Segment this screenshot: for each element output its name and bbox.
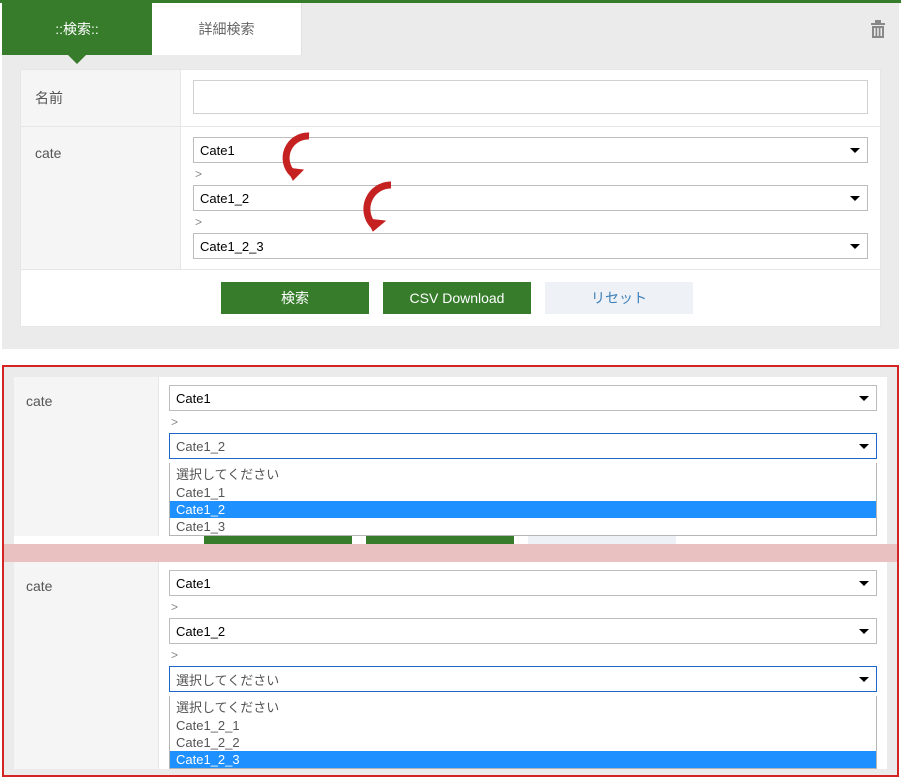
- name-input[interactable]: [193, 80, 868, 114]
- p3-cate-select-3[interactable]: 選択してください: [169, 666, 877, 692]
- label-cate-p2: cate: [14, 377, 159, 536]
- example-panels: cate Cate1 > Cate1_2 選択してください Cate1_1 Ca…: [2, 365, 899, 777]
- label-cate: cate: [21, 127, 181, 269]
- p2-opt-cate1-2[interactable]: Cate1_2: [170, 501, 876, 518]
- action-buttons: 検索 CSV Download リセット: [21, 270, 880, 326]
- p3-opt-placeholder[interactable]: 選択してください: [170, 696, 876, 717]
- p2-search-button[interactable]: 検索: [204, 536, 352, 544]
- p2-buttons-clipped: 検索 CSV Download リセット: [14, 536, 887, 544]
- search-panel: ::検索:: 詳細検索 名前 cate: [2, 3, 899, 349]
- search-form: 名前 cate Cate1 > Cate1_2 >: [20, 69, 881, 327]
- reset-button[interactable]: リセット: [545, 282, 693, 314]
- p3-opt-cate1-2-3[interactable]: Cate1_2_3: [170, 751, 876, 768]
- example-panel-level3: cate Cate1 > Cate1_2 > 選択してください 選択してください: [14, 562, 887, 769]
- tab-search-label: ::検索::: [55, 19, 99, 39]
- p3-cate-sep-2: >: [169, 648, 877, 662]
- p3-opt-cate1-2-1[interactable]: Cate1_2_1: [170, 717, 876, 734]
- p2-cate-select-2[interactable]: Cate1_2: [169, 433, 877, 459]
- p3-cate-sep-1: >: [169, 600, 877, 614]
- p2-csv-button[interactable]: CSV Download: [366, 536, 514, 544]
- p2-opt-cate1-3[interactable]: Cate1_3: [170, 518, 876, 535]
- p2-cate-select-1[interactable]: Cate1: [169, 385, 877, 411]
- panel-divider: [4, 544, 897, 562]
- cate-select-2[interactable]: Cate1_2: [193, 185, 868, 211]
- tab-advanced-label: 詳細検索: [199, 19, 255, 39]
- row-cate: cate Cate1 > Cate1_2 > Cate1_2_3: [21, 127, 880, 270]
- tab-search[interactable]: ::検索::: [2, 3, 152, 55]
- p2-opt-cate1-1[interactable]: Cate1_1: [170, 484, 876, 501]
- p2-cate-select-2-dropdown[interactable]: 選択してください Cate1_1 Cate1_2 Cate1_3: [169, 463, 877, 536]
- csv-download-button[interactable]: CSV Download: [383, 282, 531, 314]
- p3-cate-select-2[interactable]: Cate1_2: [169, 618, 877, 644]
- search-button[interactable]: 検索: [221, 282, 369, 314]
- cate-select-3[interactable]: Cate1_2_3: [193, 233, 868, 259]
- trash-icon: [869, 19, 887, 39]
- p2-cate-sep-1: >: [169, 415, 877, 429]
- p2-opt-placeholder[interactable]: 選択してください: [170, 463, 876, 484]
- row-name: 名前: [21, 70, 880, 127]
- p3-cate-select-3-dropdown[interactable]: 選択してください Cate1_2_1 Cate1_2_2 Cate1_2_3: [169, 696, 877, 769]
- trash-button[interactable]: [857, 3, 899, 55]
- example-panel-level2: cate Cate1 > Cate1_2 選択してください Cate1_1 Ca…: [14, 377, 887, 536]
- p3-cate-select-1[interactable]: Cate1: [169, 570, 877, 596]
- p2-reset-button[interactable]: リセット: [528, 536, 676, 544]
- p3-opt-cate1-2-2[interactable]: Cate1_2_2: [170, 734, 876, 751]
- cate-select-1[interactable]: Cate1: [193, 137, 868, 163]
- label-name: 名前: [21, 70, 181, 126]
- cate-sep-2: >: [193, 215, 868, 229]
- tab-advanced[interactable]: 詳細検索: [152, 3, 302, 55]
- cate-sep-1: >: [193, 167, 868, 181]
- search-tabs: ::検索:: 詳細検索: [2, 3, 899, 55]
- label-cate-p3: cate: [14, 562, 159, 769]
